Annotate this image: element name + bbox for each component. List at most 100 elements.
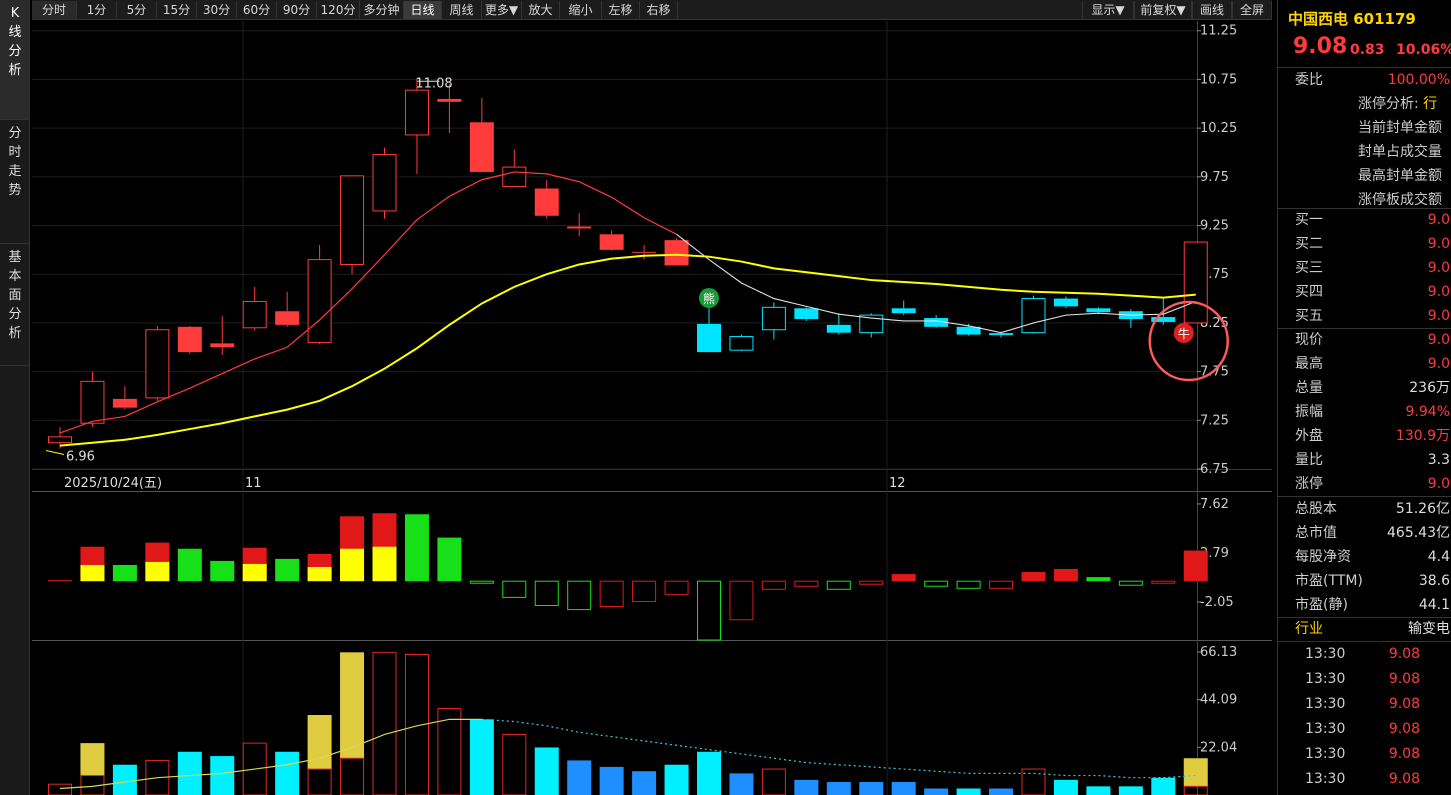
y-tick-label: 66.13 <box>1200 645 1237 660</box>
turnover-bar <box>1151 777 1176 795</box>
period-tab[interactable]: 周线 <box>442 1 482 19</box>
bid-row: 买四 9.0 <box>1278 280 1451 304</box>
momentum-bar <box>1086 577 1111 582</box>
row-label: 总股本 <box>1295 501 1337 517</box>
tick-row: 13:30 9.08 <box>1278 692 1451 716</box>
y-tick-label: 10.25 <box>1200 121 1237 136</box>
turnover-bar <box>534 747 559 795</box>
limit-row: 最高封单金额 <box>1278 164 1451 188</box>
row-label: 现价 <box>1295 332 1323 348</box>
y-tick-label: 10.75 <box>1200 72 1237 87</box>
fund-row: 市盈(静) 44.1 <box>1278 593 1451 617</box>
toolbar-button[interactable]: 前复权▼ <box>1134 1 1192 19</box>
turnover-bar <box>469 719 494 795</box>
turnover-bar <box>891 782 916 795</box>
row-label: 行业 <box>1295 621 1323 637</box>
row-value: 9.0 <box>1427 236 1450 252</box>
row-value: 输变电 <box>1408 621 1450 637</box>
row-value: 9.94% <box>1405 404 1450 420</box>
row-value: 9.0 <box>1427 356 1450 372</box>
y-tick-label: 44.09 <box>1200 693 1237 708</box>
row-value: 236万 <box>1409 380 1450 396</box>
row-label: 每股净资 <box>1295 549 1351 565</box>
period-tab[interactable]: 更多▼ <box>482 1 522 19</box>
current-price: 9.08 <box>1293 34 1348 59</box>
turnover-bar <box>924 788 949 795</box>
row-value: 9.0 <box>1427 284 1450 300</box>
candle <box>340 175 365 275</box>
y-tick-label: 9.75 <box>1200 170 1229 185</box>
month-label: 11 <box>245 476 262 491</box>
period-tab[interactable]: 1分 <box>77 1 117 19</box>
fund-row: 每股净资 4.4 <box>1278 545 1451 569</box>
y-tick-label: 6.75 <box>1200 462 1229 477</box>
price-change: 0.83 <box>1350 42 1385 58</box>
turnover-bar <box>599 766 624 795</box>
row-value: 9.0 <box>1427 260 1450 276</box>
kline-chart[interactable]: 11.2510.7510.259.759.258.758.257.757.256… <box>32 21 1272 795</box>
turnover-bar <box>177 751 202 795</box>
quote-row: 外盘 130.9万 <box>1278 424 1451 448</box>
momentum-bar <box>891 574 916 582</box>
fund-row: 总股本 51.26亿 <box>1278 497 1451 521</box>
momentum-bar <box>372 513 397 582</box>
low-label: 6.96 <box>66 450 95 465</box>
nav-tab-2[interactable]: 基本面分析 <box>0 244 30 366</box>
row-label: 总市值 <box>1295 525 1337 541</box>
row-label: 买一 <box>1295 212 1323 228</box>
period-tab[interactable]: 多分钟 <box>360 1 404 19</box>
row-value: 3.3 <box>1427 452 1450 468</box>
period-tab[interactable]: 5分 <box>117 1 157 19</box>
period-tab[interactable]: 放大 <box>522 1 560 19</box>
nav-tab-1[interactable]: 分时走势 <box>0 120 30 244</box>
quote-row: 最高 9.0 <box>1278 352 1451 376</box>
period-tab[interactable]: 120分 <box>317 1 360 19</box>
turnover-bar <box>664 764 689 795</box>
row-label: 量比 <box>1295 452 1323 468</box>
row-label: 市盈(TTM) <box>1295 573 1363 589</box>
toolbar-button[interactable]: 显示▼ <box>1082 1 1134 19</box>
row-value: 9.0 <box>1427 212 1450 228</box>
momentum-bar <box>80 546 105 582</box>
period-tab[interactable]: 15分 <box>157 1 197 19</box>
row-label: 买二 <box>1295 236 1323 252</box>
row-label: 当前封单金额 <box>1358 120 1442 136</box>
tick-price: 9.08 <box>1388 646 1420 662</box>
candle <box>307 245 332 345</box>
y-tick-label: -2.05 <box>1200 595 1234 610</box>
row-label: 涨停 <box>1295 476 1323 492</box>
quote-row: 振幅 9.94% <box>1278 400 1451 424</box>
momentum-bar <box>340 516 365 582</box>
y-tick-label: 7.62 <box>1200 497 1229 512</box>
tick-price: 9.08 <box>1388 746 1420 762</box>
quote-row: 量比 3.3 <box>1278 448 1451 472</box>
momentum-bar <box>145 542 170 582</box>
row-label: 委比 <box>1295 72 1323 88</box>
row-label: 涨停分析: 行 <box>1358 96 1438 112</box>
row-value: 9.0 <box>1427 332 1450 348</box>
tick-row: 13:30 9.08 <box>1278 767 1451 791</box>
toolbar-button[interactable]: 画线 <box>1192 1 1232 19</box>
period-tab[interactable]: 30分 <box>197 1 237 19</box>
period-tab[interactable]: 分时 <box>32 1 77 19</box>
period-tab[interactable]: 90分 <box>277 1 317 19</box>
candle <box>794 307 819 321</box>
period-tab[interactable]: 日线 <box>404 1 442 19</box>
period-tab[interactable]: 60分 <box>237 1 277 19</box>
toolbar-button[interactable]: 全屏 <box>1232 1 1272 19</box>
tick-row: 13:30 9.08 <box>1278 667 1451 691</box>
momentum-bar <box>437 537 462 582</box>
turnover-bar <box>729 773 754 795</box>
row-label: 最高封单金额 <box>1358 168 1442 184</box>
nav-tab-0[interactable]: K线分析 <box>0 0 30 120</box>
candle <box>729 334 754 352</box>
period-tab[interactable]: 缩小 <box>560 1 602 19</box>
period-tab[interactable]: 右移 <box>640 1 678 19</box>
fund-row: 市盈(TTM) 38.6 <box>1278 569 1451 593</box>
period-tab[interactable]: 左移 <box>602 1 640 19</box>
bid-row: 买五 9.0 <box>1278 304 1451 328</box>
row-label: 外盘 <box>1295 428 1323 444</box>
bid-row: 买二 9.0 <box>1278 232 1451 256</box>
row-label: 市盈(静) <box>1295 597 1348 613</box>
candle <box>1183 241 1208 324</box>
